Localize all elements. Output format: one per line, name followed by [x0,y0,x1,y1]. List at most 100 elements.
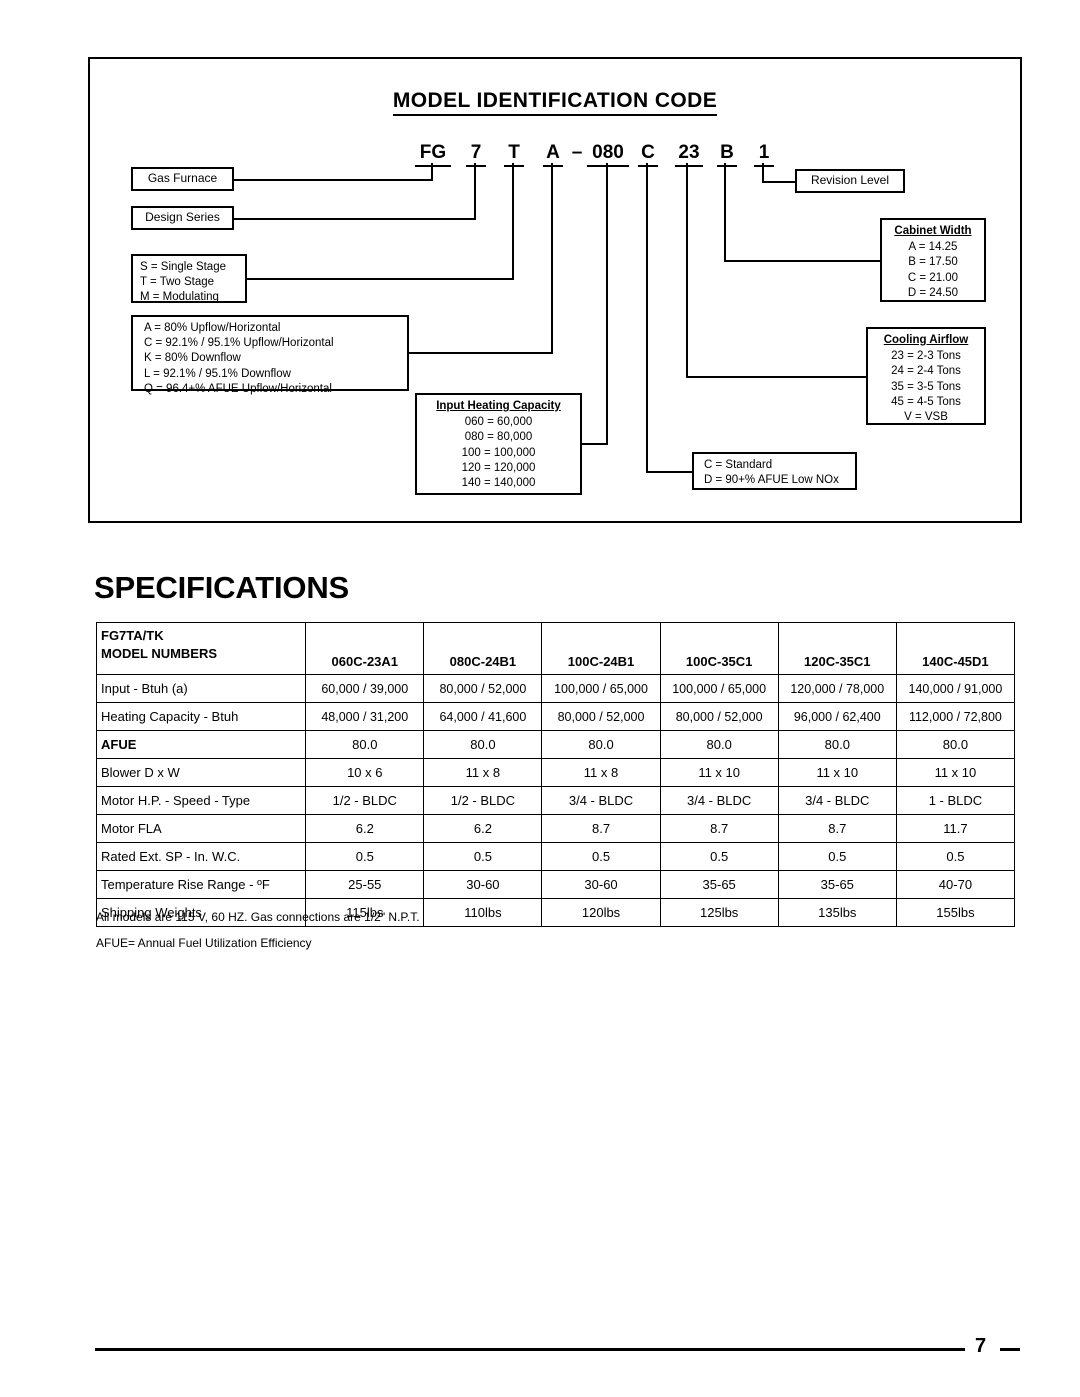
box-nox-options-list: C = Standard D = 90+% AFUE Low NOx [704,458,848,488]
table-cell: 11 x 8 [423,758,543,787]
configuration-option-item: L = 92.1% / 95.1% Downflow [144,367,291,380]
box-revision-level: Revision Level [795,169,905,193]
table-cell: 64,000 / 41,600 [423,702,543,731]
code-segment-080: 080 [587,142,629,167]
box-stage-options-list: S = Single Stage T = Two Stage M = Modul… [140,260,238,306]
input-capacity-item: 060 = 60,000 [464,416,533,429]
table-column-header: 100C-35C1 [659,622,779,675]
table-row: Motor FLA 6.2 6.2 8.7 8.7 8.7 11.7 [95,814,1016,843]
table-cell: 0.5 [541,842,661,871]
table-cell: 120,000 / 78,000 [777,674,897,703]
table-row: Temperature Rise Range - ºF 25-55 30-60 … [95,870,1016,899]
leader-b-horizontal [724,260,882,262]
input-capacity-item: 120 = 120,000 [461,461,536,474]
table-cell: 100,000 / 65,000 [659,674,779,703]
leader-a-vertical [551,163,553,354]
box-cabinet-width-title: Cabinet Width [894,225,972,237]
table-row: Motor H.P. - Speed - Type 1/2 - BLDC 1/2… [95,786,1016,815]
box-input-heating-capacity: Input Heating Capacity 060 = 60,000 080 … [415,393,582,495]
specifications-table: FG7TA/TK MODEL NUMBERS 060C-23A1 080C-24… [95,622,1016,927]
code-segment-7: 7 [466,142,486,167]
cooling-airflow-item: 45 = 4-5 Tons [891,395,961,408]
table-cell: 0.5 [777,842,897,871]
box-cooling-airflow-title: Cooling Airflow [883,334,969,346]
leader-23-horizontal [686,376,868,378]
table-cell: 80.0 [305,730,425,759]
table-cell: 80.0 [541,730,661,759]
box-revision-level-label: Revision Level [810,173,890,188]
footer-dash [1000,1348,1020,1351]
configuration-option-item: Q = 96.4+% AFUE Upflow/Horizontal [144,382,332,395]
table-cell: 80.0 [777,730,897,759]
input-capacity-item: 080 = 80,000 [464,431,533,444]
table-cell: 3/4 - BLDC [659,786,779,815]
table-row-label: Input - Btuh (a) [95,674,307,703]
table-cell: 80.0 [895,730,1016,759]
table-cell: 112,000 / 72,800 [895,702,1016,731]
table-column-header: 100C-24B1 [541,622,661,675]
table-cell: 11.7 [895,814,1016,843]
cooling-airflow-item: 23 = 2-3 Tons [891,350,961,363]
box-cabinet-width: Cabinet Width A = 14.25 B = 17.50 C = 21… [880,218,986,302]
box-design-series: Design Series [131,206,234,230]
table-cell: 100,000 / 65,000 [541,674,661,703]
table-cell: 8.7 [541,814,661,843]
table-cell: 125lbs [659,898,779,927]
code-segment-t: T [504,142,524,167]
stage-option-item: M = Modulating [140,291,219,304]
table-cell: 80,000 / 52,000 [659,702,779,731]
table-row-label: Motor FLA [95,814,307,843]
leader-7-horizontal [234,218,476,220]
table-cell: 3/4 - BLDC [777,786,897,815]
leader-fg-horizontal [234,179,433,181]
table-cell: 1/2 - BLDC [423,786,543,815]
box-stage-options: S = Single Stage T = Two Stage M = Modul… [131,254,247,303]
leader-080-horizontal [582,443,608,445]
specifications-note: AFUE= Annual Fuel Utilization Efficiency [96,936,312,950]
table-cell: 11 x 10 [659,758,779,787]
specifications-heading: SPECIFICATIONS [94,570,349,605]
box-cooling-airflow-list: 23 = 2-3 Tons 24 = 2-4 Tons 35 = 3-5 Ton… [875,349,977,425]
cooling-airflow-item: 24 = 2-4 Tons [891,365,961,378]
leader-b-vertical [724,163,726,262]
table-cell: 8.7 [659,814,779,843]
table-row-label: Heating Capacity - Btuh [95,702,307,731]
leader-c-horizontal [646,471,694,473]
table-cell: 155lbs [895,898,1016,927]
table-cell: 6.2 [423,814,543,843]
leader-7-vertical [474,163,476,220]
table-cell: 48,000 / 31,200 [305,702,425,731]
table-cell: 11 x 10 [777,758,897,787]
table-cell: 80,000 / 52,000 [423,674,543,703]
box-configuration-options-list: A = 80% Upflow/Horizontal C = 92.1% / 95… [144,321,400,397]
table-cell: 0.5 [305,842,425,871]
box-nox-options: C = Standard D = 90+% AFUE Low NOx [692,452,857,490]
configuration-option-item: A = 80% Upflow/Horizontal [144,322,281,334]
table-cell: 96,000 / 62,400 [777,702,897,731]
table-cell: 35-65 [659,870,779,899]
code-segment-c: C [638,142,658,167]
table-corner-header: FG7TA/TK MODEL NUMBERS [95,622,307,675]
table-cell: 80,000 / 52,000 [541,702,661,731]
nox-option-item: D = 90+% AFUE Low NOx [704,474,839,487]
table-cell: 25-55 [305,870,425,899]
code-separator-dash: – [571,142,583,163]
leader-080-vertical [606,163,608,445]
cabinet-width-item: C = 21.00 [907,271,959,284]
table-cell: 40-70 [895,870,1016,899]
box-configuration-options: A = 80% Upflow/Horizontal C = 92.1% / 95… [131,315,409,395]
model-identification-code-title-text: MODEL IDENTIFICATION CODE [392,89,718,116]
table-cell: 6.2 [305,814,425,843]
input-capacity-item: 100 = 100,000 [461,446,536,459]
table-row: Heating Capacity - Btuh 48,000 / 31,200 … [95,702,1016,731]
specifications-note: All models are 115 V, 60 HZ. Gas connect… [96,910,420,924]
leader-1-vertical [762,163,764,183]
cooling-airflow-item: 35 = 3-5 Tons [891,380,961,393]
table-cell: 120lbs [541,898,661,927]
cabinet-width-item: D = 24.50 [907,286,959,299]
leader-t-vertical [512,163,514,280]
table-column-header: 060C-23A1 [305,622,425,675]
table-row-label: Blower D x W [95,758,307,787]
table-cell: 0.5 [659,842,779,871]
table-cell: 60,000 / 39,000 [305,674,425,703]
